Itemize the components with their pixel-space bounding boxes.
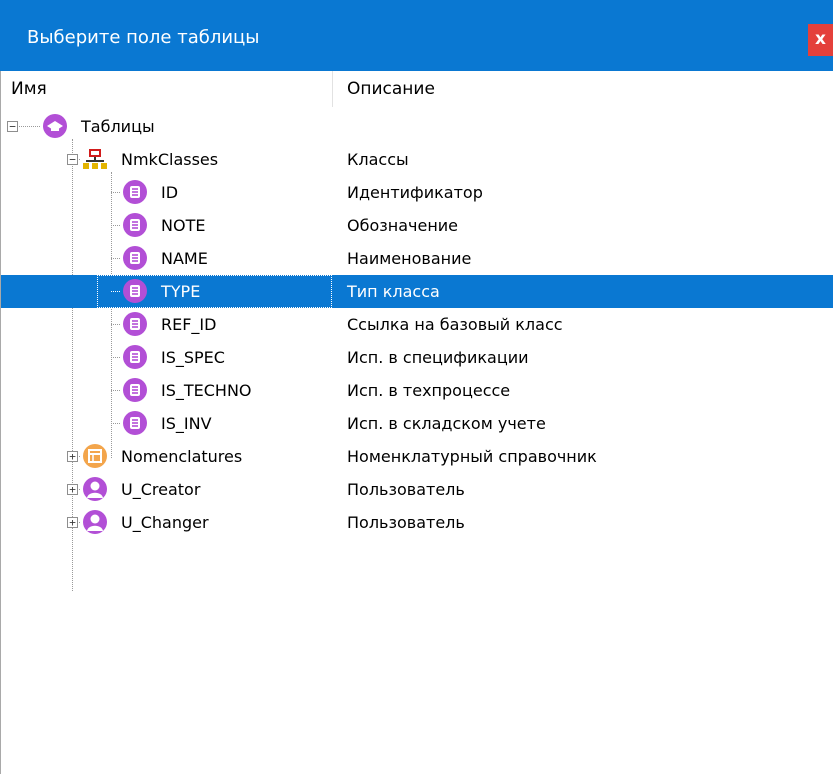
window-title: Выберите поле таблицы (27, 27, 260, 48)
tree-row-description: Тип класса (347, 282, 440, 301)
field-icon (122, 377, 148, 403)
tree-row-description: Идентификатор (347, 183, 483, 202)
tree-row-name: NmkClasses (121, 150, 219, 169)
column-header: Имя Описание (1, 71, 833, 107)
column-header-name[interactable]: Имя (1, 71, 333, 107)
field-icon (122, 245, 148, 271)
tree-row[interactable]: NOTE Обозначение (1, 209, 833, 242)
tree-row[interactable]: REF_ID Ссылка на базовый класс (1, 308, 833, 341)
tree-row-description: Номенклатурный справочник (347, 447, 597, 466)
expand-toggle[interactable]: + (67, 517, 78, 528)
tree-line (111, 192, 120, 193)
tree-row[interactable]: ID Идентификатор (1, 176, 833, 209)
tree-row[interactable]: IS_INV Исп. в складском учете (1, 407, 833, 440)
expand-toggle[interactable]: + (67, 451, 78, 462)
tree-row[interactable]: − Таблицы (1, 110, 833, 143)
user-icon (82, 476, 108, 502)
tree-row[interactable]: NAME Наименование (1, 242, 833, 275)
tree-row-name: NOTE (161, 216, 206, 235)
tree-row[interactable]: + U_Creator Пользователь (1, 473, 833, 506)
tree-row-name: NAME (161, 249, 208, 268)
tree-row[interactable]: + U_Changer Пользователь (1, 506, 833, 539)
tree-row[interactable]: + Nomenclatures Номенклатурный справочник (1, 440, 833, 473)
tree-row-name: TYPE (161, 282, 201, 301)
tree-row-description: Ссылка на базовый класс (347, 315, 563, 334)
tree-line (111, 291, 120, 292)
tree-row-description: Классы (347, 150, 409, 169)
tree-line (111, 423, 120, 424)
column-header-description[interactable]: Описание (334, 71, 833, 107)
tree-line (17, 126, 40, 127)
field-tree-list[interactable]: Имя Описание − Таблицы − NmkClasses Классы ID… (0, 71, 833, 774)
collapse-toggle[interactable]: − (7, 121, 18, 132)
tree-row[interactable]: IS_TECHNO Исп. в техпроцессе (1, 374, 833, 407)
tree-row-description: Пользователь (347, 480, 465, 499)
tree-row-name: IS_TECHNO (161, 381, 252, 400)
tree-row-name: IS_INV (161, 414, 212, 433)
tree-row-description: Исп. в складском учете (347, 414, 546, 433)
tree-line (111, 258, 120, 259)
tree-row[interactable]: − NmkClasses Классы (1, 143, 833, 176)
expand-toggle[interactable]: + (67, 484, 78, 495)
tree-line (111, 225, 120, 226)
field-icon (122, 212, 148, 238)
tree-row-description: Обозначение (347, 216, 459, 235)
close-button[interactable]: x (808, 24, 833, 56)
tree-row[interactable]: IS_SPEC Исп. в спецификации (1, 341, 833, 374)
tree-row-name: U_Creator (121, 480, 201, 499)
tree-row-description: Наименование (347, 249, 472, 268)
tree-row-name: REF_ID (161, 315, 217, 334)
close-icon: x (815, 29, 826, 49)
field-icon (122, 344, 148, 370)
table-ref-icon (82, 443, 108, 469)
collapse-toggle[interactable]: − (67, 154, 78, 165)
tables-icon (42, 113, 68, 139)
tree-line (111, 390, 120, 391)
tree-row-name: ID (161, 183, 179, 202)
tree-row-name: Таблицы (81, 117, 155, 136)
field-icon (122, 410, 148, 436)
user-icon (82, 509, 108, 535)
tree-row-description: Исп. в техпроцессе (347, 381, 511, 400)
field-icon (122, 311, 148, 337)
tree-line (111, 324, 120, 325)
tree-row[interactable]: TYPE Тип класса (1, 275, 833, 308)
tree-row-name: U_Changer (121, 513, 209, 532)
tree-line (111, 357, 120, 358)
tree-row-description: Исп. в спецификации (347, 348, 529, 367)
tree-row-description: Пользователь (347, 513, 465, 532)
title-bar: Выберите поле таблицы x (0, 0, 833, 71)
field-icon (122, 179, 148, 205)
tree-row-name: Nomenclatures (121, 447, 243, 466)
network-icon (82, 146, 108, 172)
field-icon (122, 278, 148, 304)
tree-row-name: IS_SPEC (161, 348, 225, 367)
